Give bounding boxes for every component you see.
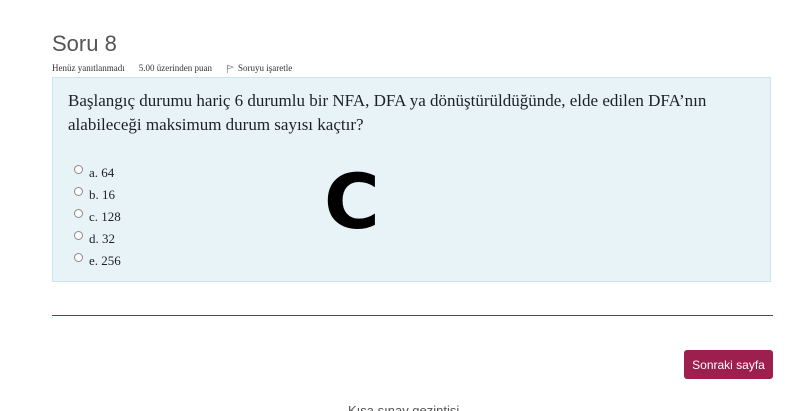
answer-option-d[interactable]: d. 32 bbox=[74, 230, 121, 252]
quiz-navigation-heading: Kısa sınav gezintisi bbox=[348, 403, 460, 411]
question-text: Başlangıç durumu hariç 6 durumlu bir NFA… bbox=[68, 91, 707, 134]
radio-button[interactable] bbox=[74, 165, 83, 174]
answer-label: a. 64 bbox=[89, 165, 115, 180]
answer-option-a[interactable]: a. 64 bbox=[74, 164, 121, 186]
section-divider bbox=[52, 315, 773, 316]
radio-button[interactable] bbox=[74, 253, 83, 262]
question-status: Henüz yanıtlanmadı bbox=[52, 63, 125, 73]
answer-label: d. 32 bbox=[89, 231, 115, 246]
question-grade: 5.00 üzerinden puan bbox=[138, 63, 212, 73]
question-content-box: Başlangıç durumu hariç 6 durumlu bir NFA… bbox=[52, 77, 771, 282]
answer-options: a. 64 b. 16 c. 128 d. 32 e. 256 bbox=[74, 164, 121, 274]
answer-option-e[interactable]: e. 256 bbox=[74, 252, 121, 274]
radio-button[interactable] bbox=[74, 231, 83, 240]
answer-label: c. 128 bbox=[89, 209, 121, 224]
quiz-page: Soru 8 Henüz yanıtlanmadı 5.00 üzerinden… bbox=[0, 0, 804, 411]
question-title: Soru 8 bbox=[52, 31, 117, 56]
answer-option-c[interactable]: c. 128 bbox=[74, 208, 121, 230]
answer-label: b. 16 bbox=[89, 187, 115, 202]
answer-option-b[interactable]: b. 16 bbox=[74, 186, 121, 208]
next-page-button[interactable]: Sonraki sayfa bbox=[684, 350, 773, 379]
question-info: Henüz yanıtlanmadı 5.00 üzerinden puan S… bbox=[52, 63, 292, 73]
answer-annotation: C bbox=[324, 157, 380, 246]
flag-question-label: Soruyu işaretle bbox=[237, 63, 293, 73]
radio-button[interactable] bbox=[74, 209, 83, 218]
radio-button[interactable] bbox=[74, 187, 83, 196]
answer-label: e. 256 bbox=[89, 253, 121, 268]
flag-question-link[interactable]: Soruyu işaretle bbox=[226, 63, 292, 73]
flag-icon bbox=[226, 64, 235, 73]
